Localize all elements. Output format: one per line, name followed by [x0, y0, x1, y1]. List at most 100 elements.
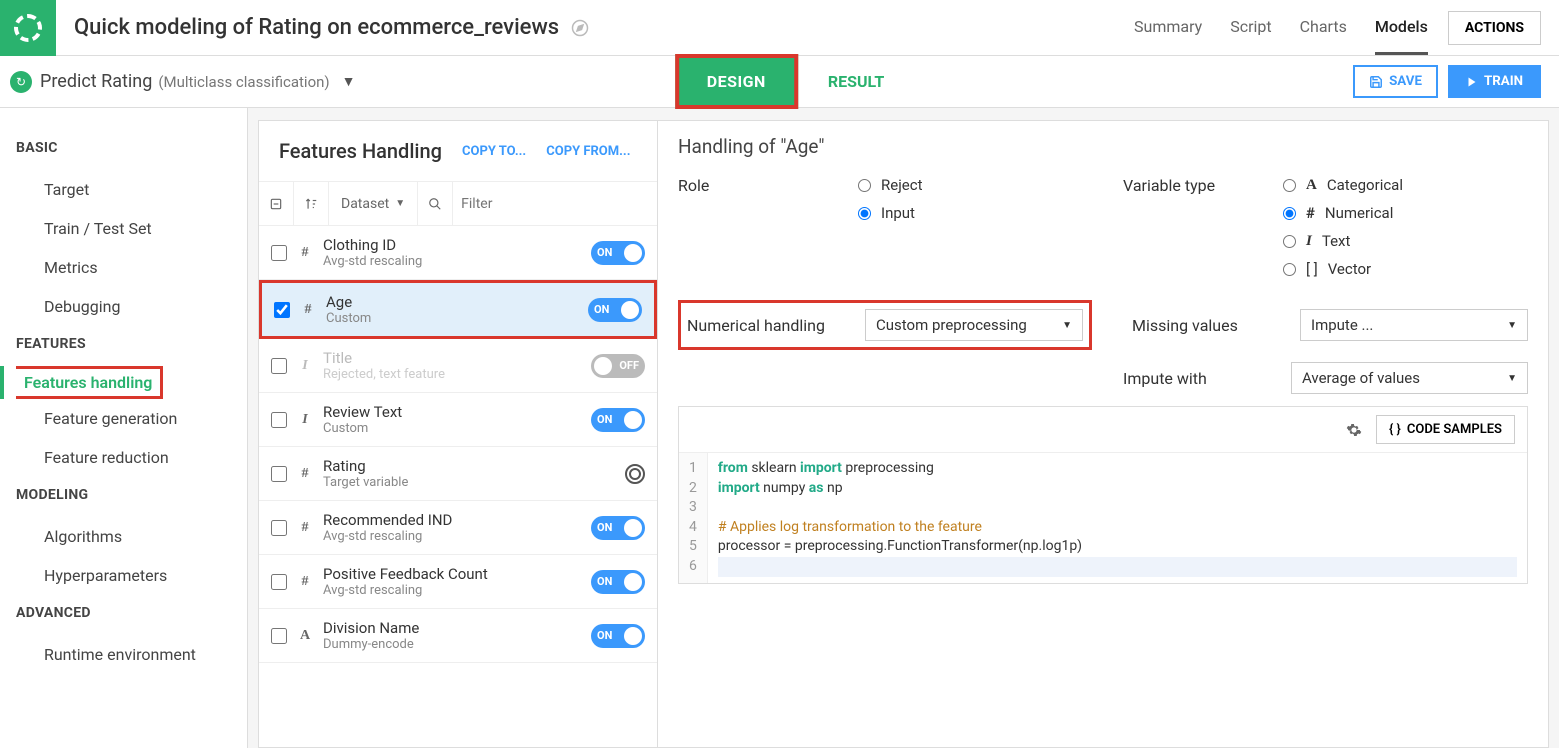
feature-row[interactable]: I Review TextCustom ON: [259, 393, 657, 447]
feature-checkbox[interactable]: [271, 358, 287, 374]
code-editor: { }CODE SAMPLES 123456 from sklearn impo…: [678, 406, 1528, 584]
feature-row[interactable]: ADivision NameDummy-encodeON: [259, 609, 657, 663]
sidebar-item-target[interactable]: Target: [0, 170, 247, 209]
feature-checkbox[interactable]: [271, 466, 287, 482]
feature-type-icon: #: [297, 520, 313, 536]
copy-to-link[interactable]: COPY TO...: [462, 144, 526, 159]
vartype-categorical-radio[interactable]: A Categorical: [1283, 176, 1403, 194]
feature-checkbox[interactable]: [271, 245, 287, 261]
vartype-text-radio[interactable]: I Text: [1283, 232, 1403, 250]
second-bar: ↻ Predict Rating (Multiclass classificat…: [0, 56, 1559, 108]
actions-button[interactable]: ACTIONS: [1448, 11, 1541, 45]
feature-text: Clothing IDAvg-std rescaling: [323, 236, 581, 269]
feature-toggle[interactable]: ON: [591, 408, 645, 432]
predict-title: Predict Rating: [40, 71, 152, 92]
design-tab[interactable]: DESIGN: [675, 54, 798, 109]
variable-type-label: Variable type: [1123, 176, 1283, 278]
target-icon: [625, 464, 645, 484]
feature-type-icon: I: [297, 412, 313, 428]
sidebar-item-train-test[interactable]: Train / Test Set: [0, 209, 247, 248]
impute-with-select[interactable]: Average of values▼: [1291, 362, 1528, 394]
predict-icon: ↻: [10, 71, 32, 93]
gear-icon[interactable]: [1346, 422, 1362, 438]
handling-panel: Handling of "Age" Role Reject Input Vari…: [658, 120, 1549, 748]
feature-checkbox[interactable]: [271, 574, 287, 590]
feature-toggle[interactable]: ON: [591, 516, 645, 540]
sort-button[interactable]: [294, 182, 329, 225]
feature-row[interactable]: # Positive Feedback CountAvg-std rescalin…: [259, 555, 657, 609]
tab-script[interactable]: Script: [1230, 1, 1271, 55]
feature-text: Review TextCustom: [323, 403, 581, 436]
feature-row[interactable]: # Clothing IDAvg-std rescaling ON: [259, 226, 657, 280]
sidebar-item-runtime-env[interactable]: Runtime environment: [0, 635, 247, 674]
feature-type-icon: A: [297, 628, 313, 644]
missing-values-select[interactable]: Impute ...▼: [1300, 309, 1528, 341]
feature-row[interactable]: #RatingTarget variable: [259, 447, 657, 501]
feature-row[interactable]: # Recommended INDAvg-std rescaling ON: [259, 501, 657, 555]
sidebar-section-modeling: MODELING: [0, 487, 247, 503]
feature-text: Positive Feedback CountAvg-std rescaling: [323, 565, 581, 598]
sidebar-item-debugging[interactable]: Debugging: [0, 287, 247, 326]
sidebar-item-feature-reduction[interactable]: Feature reduction: [0, 438, 247, 477]
features-panel-title: Features Handling: [279, 139, 442, 163]
sidebar-item-algorithms[interactable]: Algorithms: [0, 517, 247, 556]
feature-row[interactable]: I TitleRejected, text feature OFF: [259, 339, 657, 393]
top-bar: Quick modeling of Rating on ecommerce_re…: [0, 0, 1559, 56]
numerical-handling-label: Numerical handling: [687, 316, 847, 335]
sidebar-section-advanced: ADVANCED: [0, 605, 247, 621]
feature-text: Recommended INDAvg-std rescaling: [323, 511, 581, 544]
filter-input[interactable]: [453, 196, 657, 212]
feature-checkbox[interactable]: [271, 412, 287, 428]
feature-toggle[interactable]: OFF: [591, 354, 645, 378]
feature-checkbox[interactable]: [271, 520, 287, 536]
code-samples-button[interactable]: { }CODE SAMPLES: [1376, 415, 1515, 444]
vartype-vector-radio[interactable]: [ ] Vector: [1283, 260, 1403, 278]
sidebar-section-basic: BASIC: [0, 140, 247, 156]
feature-row[interactable]: #AgeCustomON: [259, 280, 657, 339]
numerical-handling-select[interactable]: Custom preprocessing▼: [865, 309, 1083, 341]
sidebar-item-features-handling[interactable]: Features handling: [16, 366, 163, 399]
save-label: SAVE: [1389, 74, 1422, 89]
search-icon[interactable]: [418, 182, 453, 225]
train-button[interactable]: TRAIN: [1448, 65, 1541, 98]
tab-summary[interactable]: Summary: [1134, 1, 1202, 55]
feature-toggle[interactable]: ON: [591, 570, 645, 594]
feature-text: TitleRejected, text feature: [323, 349, 581, 382]
result-tab[interactable]: RESULT: [828, 72, 884, 91]
handling-title: Handling of "Age": [678, 135, 1528, 158]
page-title: Quick modeling of Rating on ecommerce_re…: [74, 15, 559, 40]
missing-values-label: Missing values: [1132, 316, 1282, 335]
tab-models[interactable]: Models: [1375, 1, 1428, 55]
chevron-down-icon[interactable]: ▼: [342, 73, 356, 90]
feature-type-icon: #: [297, 574, 313, 590]
code-content[interactable]: from sklearn import preprocessingimport …: [708, 453, 1527, 583]
sidebar-section-features: FEATURES: [0, 336, 247, 352]
collapse-all-button[interactable]: [259, 182, 294, 225]
vartype-numerical-radio[interactable]: # Numerical: [1283, 204, 1403, 222]
copy-from-link[interactable]: COPY FROM...: [546, 144, 630, 159]
sidebar-item-hyperparameters[interactable]: Hyperparameters: [0, 556, 247, 595]
compass-icon[interactable]: [571, 19, 589, 37]
app-logo[interactable]: [0, 0, 56, 56]
tab-charts[interactable]: Charts: [1300, 1, 1347, 55]
feature-type-icon: #: [300, 302, 316, 318]
play-icon: [1466, 76, 1478, 88]
feature-toggle[interactable]: ON: [591, 624, 645, 648]
feature-toggle[interactable]: ON: [588, 298, 642, 322]
impute-with-label: Impute with: [1123, 369, 1273, 388]
feature-checkbox[interactable]: [271, 628, 287, 644]
feature-text: RatingTarget variable: [323, 457, 615, 490]
dataset-dropdown[interactable]: Dataset ▼: [329, 182, 418, 225]
sidebar: BASIC Target Train / Test Set Metrics De…: [0, 108, 248, 748]
feature-type-icon: #: [297, 245, 313, 261]
role-input-radio[interactable]: Input: [858, 204, 923, 222]
sidebar-item-metrics[interactable]: Metrics: [0, 248, 247, 287]
sidebar-item-feature-generation[interactable]: Feature generation: [0, 399, 247, 438]
feature-type-icon: I: [297, 358, 313, 374]
feature-checkbox[interactable]: [274, 302, 290, 318]
top-tabs: Summary Script Charts Models: [1134, 1, 1428, 55]
role-reject-radio[interactable]: Reject: [858, 176, 923, 194]
feature-toggle[interactable]: ON: [591, 241, 645, 265]
save-icon: [1369, 75, 1383, 89]
save-button[interactable]: SAVE: [1353, 65, 1438, 98]
